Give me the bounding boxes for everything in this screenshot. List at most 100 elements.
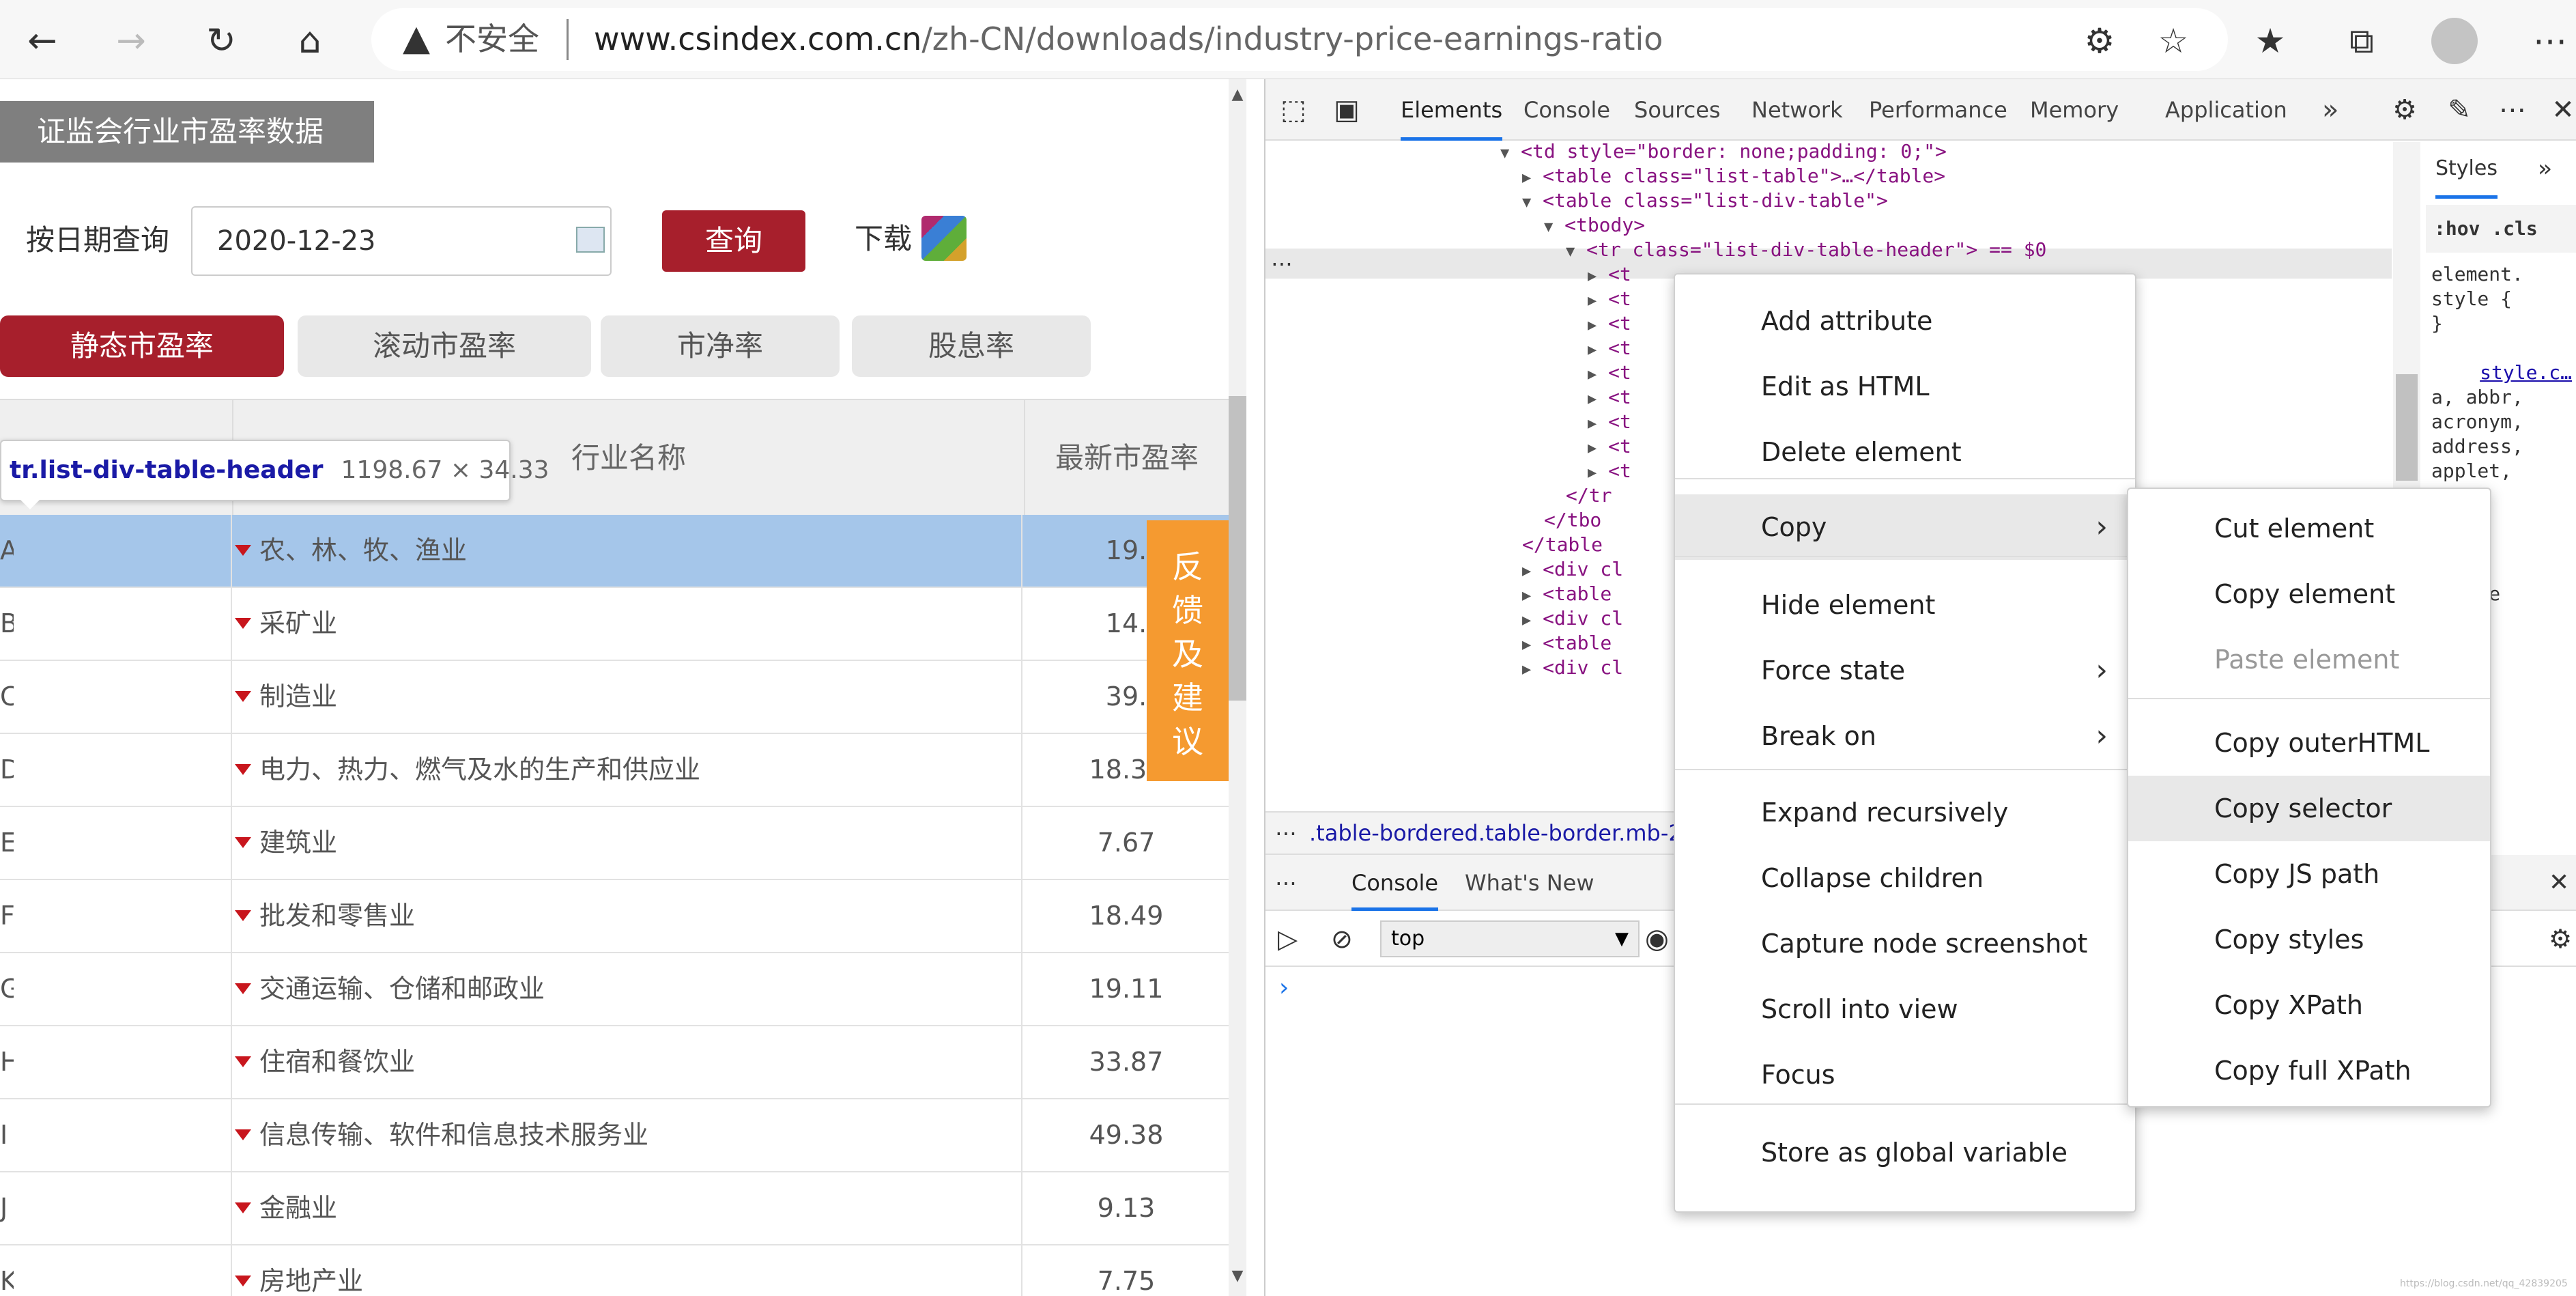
table-row[interactable]: A 农、林、牧、渔业 19. <box>0 515 1229 588</box>
table-row[interactable]: J 金融业 9.13 <box>0 1172 1229 1245</box>
gear-icon[interactable]: ⚙ <box>2386 91 2423 128</box>
menu-item-collapse-children[interactable]: Collapse children <box>1675 845 2135 911</box>
dom-expand-arrow-icon[interactable]: ▶ <box>1588 268 1597 285</box>
tab-performance[interactable]: Performance <box>1869 79 2007 141</box>
style-rule-line[interactable]: style.c… <box>2431 361 2572 385</box>
table-row[interactable]: I 信息传输、软件和信息技术服务业 49.38 <box>0 1099 1229 1172</box>
page-scrollbar-thumb[interactable] <box>1229 396 1246 701</box>
dom-scrollbar-thumb[interactable] <box>2396 374 2418 481</box>
menu-item-copy-outerhtml[interactable]: Copy outerHTML <box>2128 710 2490 776</box>
close-icon[interactable]: ✕ <box>2545 91 2576 128</box>
expand-triangle-icon[interactable] <box>235 764 251 775</box>
industry-name[interactable]: 制造业 <box>259 661 337 733</box>
expand-triangle-icon[interactable] <box>235 691 251 702</box>
drawer-close-icon[interactable]: ✕ <box>2549 855 2569 911</box>
styles-filter[interactable]: :hov .cls <box>2426 205 2576 253</box>
device-toolbar-icon[interactable]: ▣ <box>1328 91 1365 128</box>
dom-expand-arrow-icon[interactable]: ▶ <box>1588 366 1597 383</box>
tab-network[interactable]: Network <box>1751 79 1843 141</box>
menu-item-copy[interactable]: Copy › <box>1675 494 2135 560</box>
table-row[interactable]: F 批发和零售业 18.49 <box>0 880 1229 953</box>
industry-name[interactable]: 批发和零售业 <box>259 880 415 952</box>
breadcrumb-item[interactable]: .table-bordered.table-border.mb-20 <box>1309 820 1696 846</box>
menu-item-copy-selector[interactable]: Copy selector <box>2128 776 2490 841</box>
dom-expand-arrow-icon[interactable]: ▶ <box>1522 636 1531 653</box>
industry-name[interactable]: 住宿和餐饮业 <box>259 1026 415 1098</box>
tab-static-pe[interactable]: 静态市盈率 <box>0 315 284 377</box>
inspect-icon[interactable]: ⬚ <box>1275 91 1312 128</box>
menu-item-copy-full-xpath[interactable]: Copy full XPath <box>2128 1038 2490 1103</box>
forward-icon[interactable]: → <box>106 16 156 66</box>
menu-item-expand-recursively[interactable]: Expand recursively <box>1675 780 2135 845</box>
home-icon[interactable]: ⌂ <box>285 16 334 66</box>
more-tabs-icon[interactable]: » <box>2322 79 2338 141</box>
refresh-icon[interactable]: ↻ <box>197 16 246 66</box>
more-options-icon[interactable]: ⋯ <box>2494 91 2531 128</box>
expand-triangle-icon[interactable] <box>235 1056 251 1067</box>
expand-triangle-icon[interactable] <box>235 618 251 629</box>
industry-name[interactable]: 信息传输、软件和信息技术服务业 <box>259 1099 648 1171</box>
menu-item-force-state[interactable]: Force state › <box>1675 638 2135 703</box>
back-icon[interactable]: ← <box>18 16 67 66</box>
menu-item-scroll-into-view[interactable]: Scroll into view <box>1675 976 2135 1042</box>
menu-item-delete-element[interactable]: Delete element <box>1675 419 2135 485</box>
menu-item-hide-element[interactable]: Hide element <box>1675 572 2135 638</box>
table-row[interactable]: E 建筑业 7.67 <box>0 807 1229 880</box>
dom-node[interactable]: ▼ <tr class="list-div-table-header"> == … <box>1566 235 2046 267</box>
expand-triangle-icon[interactable] <box>235 910 251 921</box>
dom-expand-arrow-icon[interactable]: ▼ <box>1522 194 1531 211</box>
dom-expand-arrow-icon[interactable]: ▶ <box>1588 440 1597 457</box>
menu-item-focus[interactable]: Focus <box>1675 1042 2135 1108</box>
more-icon[interactable]: ⋯ <box>2525 16 2575 66</box>
menu-item-copy-xpath[interactable]: Copy XPath <box>2128 972 2490 1038</box>
tab-memory[interactable]: Memory <box>2030 79 2119 141</box>
dom-expand-arrow-icon[interactable]: ▶ <box>1588 341 1597 358</box>
table-row[interactable]: K 房地产业 7.75 <box>0 1245 1229 1296</box>
dom-expand-arrow-icon[interactable]: ▼ <box>1566 243 1575 260</box>
insecure-label[interactable]: 不安全 <box>445 15 539 63</box>
dom-expand-arrow-icon[interactable]: ▶ <box>1522 661 1531 678</box>
table-row[interactable]: C 制造业 39. <box>0 661 1229 734</box>
scroll-up-icon[interactable]: ▲ <box>1229 86 1246 103</box>
feedback-icon[interactable]: ✎ <box>2441 91 2478 128</box>
menu-item-copy-styles[interactable]: Copy styles <box>2128 907 2490 972</box>
menu-item-capture-node-screenshot[interactable]: Capture node screenshot <box>1675 911 2135 976</box>
expand-triangle-icon[interactable] <box>235 983 251 994</box>
warning-icon[interactable]: ▲ <box>396 16 437 60</box>
dom-expand-arrow-icon[interactable]: ▶ <box>1588 391 1597 408</box>
sidebar-toggle-icon[interactable]: ▷ <box>1278 920 1312 957</box>
console-prompt[interactable]: › <box>1279 974 1289 1002</box>
tab-rolling-pe[interactable]: 滚动市盈率 <box>298 315 591 377</box>
menu-item-store-as-global-variable[interactable]: Store as global variable <box>1675 1120 2135 1185</box>
industry-name[interactable]: 采矿业 <box>259 588 337 660</box>
feedback-button[interactable]: 反馈及建议 <box>1147 520 1229 781</box>
tab-application[interactable]: Application <box>2165 79 2287 141</box>
collections-icon[interactable]: ⧉ <box>2337 16 2386 66</box>
date-input[interactable]: 2020-12-23 <box>191 206 612 276</box>
dom-expand-arrow-icon[interactable]: ▶ <box>1522 612 1531 629</box>
tab-dividend-yield[interactable]: 股息率 <box>852 315 1091 377</box>
expand-triangle-icon[interactable] <box>235 545 251 556</box>
tab-styles[interactable]: Styles <box>2435 142 2498 199</box>
query-button[interactable]: 查询 <box>662 210 805 272</box>
clear-console-icon[interactable]: ⊘ <box>1331 920 1365 957</box>
drawer-menu-icon[interactable]: ⋯ <box>1275 855 1297 911</box>
tab-pb-ratio[interactable]: 市净率 <box>601 315 840 377</box>
expand-triangle-icon[interactable] <box>235 1276 251 1286</box>
dom-expand-arrow-icon[interactable]: ▶ <box>1588 292 1597 309</box>
dom-expand-arrow-icon[interactable]: ▶ <box>1588 464 1597 481</box>
expand-triangle-icon[interactable] <box>235 1202 251 1213</box>
dom-expand-arrow-icon[interactable]: ▶ <box>1522 169 1531 186</box>
dom-expand-arrow-icon[interactable]: ▼ <box>1544 219 1553 236</box>
dom-expand-arrow-icon[interactable]: ▶ <box>1588 415 1597 432</box>
menu-item-edit-as-html[interactable]: Edit as HTML <box>1675 354 2135 419</box>
favorites-icon[interactable]: ★ <box>2246 16 2295 66</box>
menu-item-break-on[interactable]: Break on › <box>1675 703 2135 769</box>
industry-name[interactable]: 金融业 <box>259 1172 337 1244</box>
console-settings-icon[interactable]: ⚙ <box>2549 920 2572 957</box>
context-select[interactable]: top ▼ <box>1380 920 1640 957</box>
industry-name[interactable]: 农、林、牧、渔业 <box>259 515 467 587</box>
table-row[interactable]: B 采矿业 14. <box>0 588 1229 661</box>
url-text[interactable]: www.csindex.com.cn/zh-CN/downloads/indus… <box>594 15 1663 63</box>
table-row[interactable]: D 电力、热力、燃气及水的生产和供应业 18.34 <box>0 734 1229 807</box>
